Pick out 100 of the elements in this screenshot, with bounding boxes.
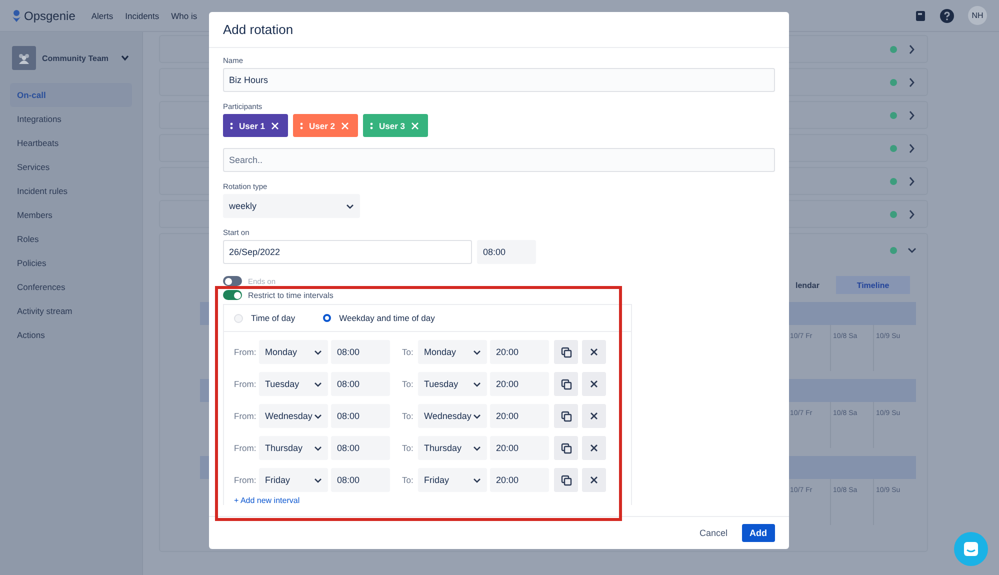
to-label: To: — [402, 443, 414, 453]
remove-button[interactable] — [582, 372, 606, 396]
nav-link[interactable]: Who is — [171, 10, 198, 20]
participant-name: User 1 — [239, 120, 265, 130]
radio-button[interactable] — [323, 314, 332, 322]
from-label: From: — [234, 379, 256, 389]
toggle-switch[interactable] — [223, 276, 242, 286]
drag-handle-icon[interactable] — [300, 122, 303, 130]
chevron-down-icon — [314, 350, 322, 354]
copy-button[interactable] — [554, 468, 578, 492]
time-input[interactable]: 08:00 — [331, 436, 390, 460]
nav-link[interactable]: Incidents — [125, 10, 160, 20]
view-tab[interactable]: lendar — [785, 276, 830, 294]
day-select[interactable]: Wednesday — [418, 404, 487, 428]
copy-button[interactable] — [554, 436, 578, 460]
dialog-title: Add rotation — [223, 22, 294, 37]
day-select[interactable]: Monday — [259, 340, 328, 364]
time-input[interactable]: 08:00 — [331, 468, 390, 492]
time-input[interactable]: 08:00 — [477, 240, 536, 264]
day-select[interactable]: Friday — [418, 468, 487, 492]
sidebar-item[interactable]: Integrations — [10, 107, 132, 131]
remove-button[interactable] — [582, 436, 606, 460]
drag-handle-icon[interactable] — [230, 122, 233, 130]
chevron-down-icon — [314, 414, 322, 418]
chevron-right-icon[interactable] — [908, 110, 916, 120]
app-logo[interactable]: Opsgenie — [24, 8, 76, 22]
time-input[interactable]: 20:00 — [490, 436, 549, 460]
name-input[interactable]: Biz Hours — [223, 68, 775, 92]
chevron-down-icon — [473, 350, 481, 354]
to-label: To: — [402, 411, 414, 421]
from-label: From: — [234, 347, 256, 357]
toggle-switch[interactable] — [223, 290, 242, 300]
day-select[interactable]: Tuesday — [259, 372, 328, 396]
status-dot — [890, 144, 897, 152]
remove-icon[interactable] — [271, 122, 279, 130]
day-select[interactable]: Friday — [259, 468, 328, 492]
user-avatar[interactable]: NH — [968, 6, 987, 25]
rotation-type-select[interactable]: weekly — [223, 194, 360, 218]
chat-launcher-button[interactable] — [954, 532, 988, 566]
close-icon — [590, 412, 598, 420]
add-button[interactable]: Add — [742, 524, 775, 542]
day-select[interactable]: Thursday — [418, 436, 487, 460]
close-icon — [590, 476, 598, 484]
remove-button[interactable] — [582, 468, 606, 492]
chevron-down-icon — [473, 446, 481, 450]
help-icon[interactable] — [940, 8, 954, 22]
chevron-right-icon[interactable] — [908, 44, 916, 54]
copy-button[interactable] — [554, 340, 578, 364]
chevron-down-icon — [346, 204, 354, 208]
time-input[interactable]: 08:00 — [331, 404, 390, 428]
sidebar-item[interactable]: Heartbeats — [10, 131, 132, 155]
close-icon — [590, 444, 598, 452]
sidebar-item[interactable]: Members — [10, 203, 132, 227]
time-input[interactable]: 20:00 — [490, 404, 549, 428]
participant-name: User 3 — [379, 120, 405, 130]
time-input[interactable]: 08:00 — [331, 372, 390, 396]
nav-link[interactable]: Alerts — [91, 10, 114, 20]
day-select[interactable]: Thursday — [259, 436, 328, 460]
date-input[interactable]: 26/Sep/2022 — [223, 240, 472, 264]
chevron-down-icon[interactable] — [120, 55, 129, 61]
chevron-right-icon[interactable] — [908, 210, 916, 218]
day-select[interactable]: Monday — [418, 340, 487, 364]
status-dot — [890, 112, 897, 118]
copy-icon — [560, 346, 572, 358]
day-select[interactable]: Tuesday — [418, 372, 487, 396]
drag-handle-icon[interactable] — [370, 122, 373, 130]
copy-icon — [560, 410, 572, 422]
sidebar-item[interactable]: Roles — [10, 227, 132, 251]
sidebar-item[interactable]: Services — [10, 155, 132, 179]
add-interval-link[interactable]: + Add new interval — [234, 496, 300, 505]
day-select[interactable]: Wednesday — [259, 404, 328, 428]
chat-icon — [963, 541, 979, 557]
radio-label: Weekday and time of day — [339, 313, 435, 323]
copy-button[interactable] — [554, 372, 578, 396]
cancel-button[interactable]: Cancel — [693, 524, 734, 542]
from-label: From: — [234, 411, 256, 421]
sidebar-item[interactable]: Policies — [10, 251, 132, 275]
sidebar-item[interactable]: Conferences — [10, 275, 132, 299]
remove-button[interactable] — [582, 404, 606, 428]
book-icon[interactable] — [915, 10, 926, 22]
close-icon — [590, 348, 598, 356]
copy-button[interactable] — [554, 404, 578, 428]
sidebar-item[interactable]: Actions — [10, 323, 132, 347]
time-input[interactable]: 20:00 — [490, 372, 549, 396]
remove-button[interactable] — [582, 340, 606, 364]
time-input[interactable]: 20:00 — [490, 468, 549, 492]
sidebar-item[interactable]: Activity stream — [10, 299, 132, 323]
time-input[interactable]: 08:00 — [331, 340, 390, 364]
chevron-right-icon[interactable] — [908, 144, 916, 152]
chevron-down-icon[interactable] — [908, 246, 916, 254]
sidebar-item[interactable]: Incident rules — [10, 179, 132, 203]
search-field[interactable]: Search.. — [223, 148, 775, 172]
chevron-right-icon[interactable] — [908, 176, 916, 186]
participant-chip[interactable]: User 1 — [223, 114, 288, 137]
team-name[interactable]: Community Team — [42, 54, 109, 62]
to-label: To: — [402, 475, 414, 485]
logo-icon — [12, 10, 21, 22]
time-input[interactable]: 20:00 — [490, 340, 549, 364]
chevron-right-icon[interactable] — [908, 78, 916, 86]
toggle-label: Restrict to time intervals — [248, 290, 334, 300]
